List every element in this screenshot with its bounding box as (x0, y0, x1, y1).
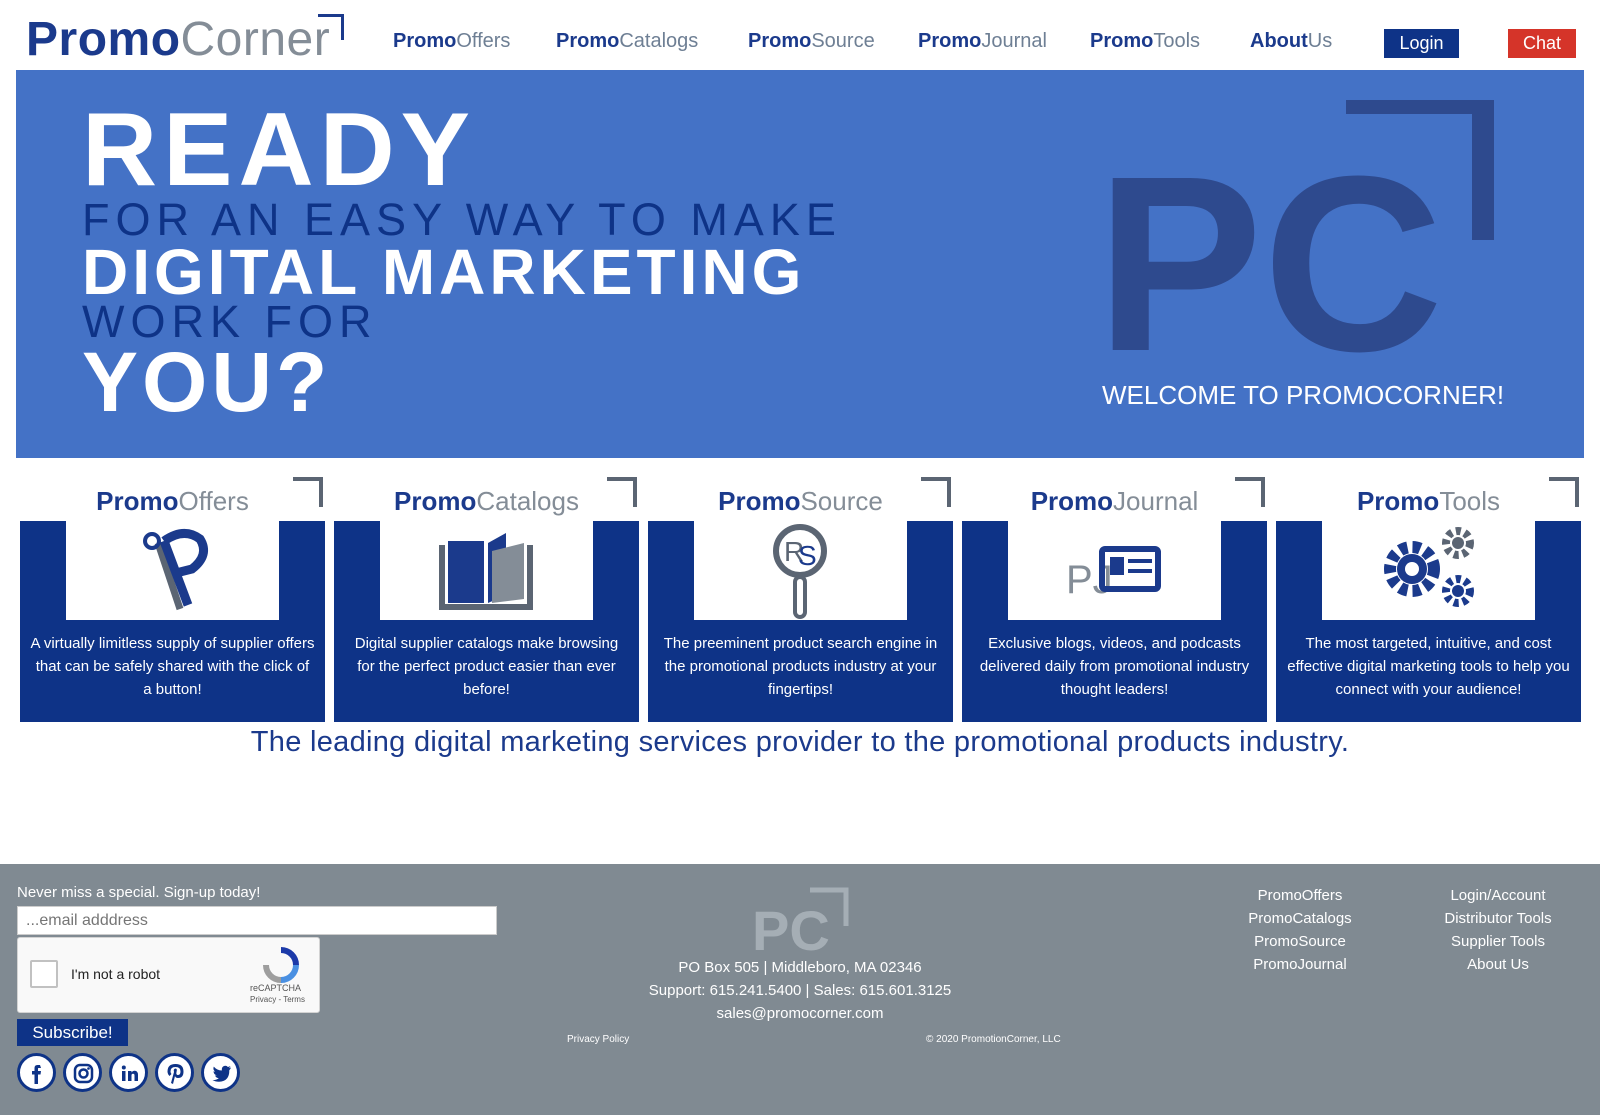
card-title: PromoOffers (96, 486, 249, 516)
footer-contact: PO Box 505 | Middleboro, MA 02346 Suppor… (560, 956, 1040, 1025)
pc-logo-mark: PC (1096, 100, 1494, 400)
card-promocatalogs[interactable]: PromoCatalogs Digital supplier catalogs … (334, 472, 639, 722)
login-button[interactable]: Login (1384, 29, 1459, 58)
footer-links-products: PromoOffers PromoCatalogs PromoSource Pr… (1205, 884, 1395, 976)
signup-text: Never miss a special. Sign-up today! (17, 884, 261, 901)
recaptcha-widget: I'm not a robot reCAPTCHA Privacy - Term… (17, 937, 320, 1013)
card-title: PromoSource (718, 486, 883, 516)
service-cards: PromoOffers A virtually limitless supply… (20, 472, 1581, 722)
svg-text:PJ: PJ (1066, 558, 1113, 602)
card-promotools[interactable]: PromoTools The most targeted, intuitive,… (1276, 472, 1581, 722)
card-description: Exclusive blogs, videos, and podcasts de… (979, 635, 1250, 698)
nav-promotools[interactable]: PromoTools (1090, 30, 1200, 53)
hero-banner: READY FOR AN EASY WAY TO MAKE DIGITAL MA… (16, 70, 1584, 458)
card-promooffers[interactable]: PromoOffers A virtually limitless supply… (20, 472, 325, 722)
svg-text:PC: PC (752, 899, 830, 952)
card-description: The most targeted, intuitive, and cost e… (1287, 635, 1570, 698)
recaptcha-label: I'm not a robot (71, 966, 161, 982)
promo-offers-icon (143, 529, 209, 611)
nav-about-us[interactable]: AboutUs (1250, 30, 1332, 53)
privacy-policy-link[interactable]: Privacy Policy (567, 1034, 629, 1045)
card-title: PromoCatalogs (394, 486, 579, 516)
nav-promocatalogs[interactable]: PromoCatalogs (556, 30, 698, 53)
nav-promooffers[interactable]: PromoOffers (393, 30, 510, 53)
footer-links-account: Login/Account Distributor Tools Supplier… (1400, 884, 1596, 976)
magnifier-icon: R S (773, 524, 827, 619)
card-promojournal[interactable]: PromoJournal PJ Exclusive blogs, videos,… (962, 472, 1267, 722)
recaptcha-checkbox[interactable] (30, 960, 58, 988)
card-description: The preeminent product search engine in … (663, 635, 938, 698)
tagline: The leading digital marketing services p… (250, 726, 1350, 758)
chat-button[interactable]: Chat (1508, 29, 1576, 58)
footer-link-about-us[interactable]: About Us (1400, 953, 1596, 976)
footer-link-promojournal[interactable]: PromoJournal (1205, 953, 1395, 976)
welcome-text: WELCOME TO PROMOCORNER! (1102, 380, 1505, 410)
card-title: PromoTools (1356, 486, 1501, 516)
promocorner-logo[interactable]: PromoCorner (26, 12, 330, 67)
svg-text:S: S (798, 540, 817, 571)
linkedin-icon[interactable] (109, 1053, 148, 1092)
pc-mark-text: PC (1096, 124, 1443, 400)
email-input[interactable] (17, 906, 497, 935)
instagram-icon[interactable] (63, 1053, 102, 1092)
site-header: PromoCorner PromoOffers PromoCatalogs Pr… (0, 0, 1600, 70)
card-description: Digital supplier catalogs make browsing … (354, 635, 619, 698)
footer-link-login-account[interactable]: Login/Account (1400, 884, 1596, 907)
footer-link-promosource[interactable]: PromoSource (1205, 930, 1395, 953)
card-title: PromoJournal (1030, 486, 1199, 516)
footer-link-promooffers[interactable]: PromoOffers (1205, 884, 1395, 907)
recaptcha-icon (263, 947, 299, 983)
footer-email[interactable]: sales@promocorner.com (560, 1002, 1040, 1025)
card-promosource[interactable]: PromoSource R S The preeminent product s… (648, 472, 953, 722)
footer-address: PO Box 505 | Middleboro, MA 02346 (678, 959, 922, 976)
footer-link-promocatalogs[interactable]: PromoCatalogs (1205, 907, 1395, 930)
footer-link-supplier-tools[interactable]: Supplier Tools (1400, 930, 1596, 953)
hero-digital-marketing: DIGITAL MARKETING (82, 236, 806, 308)
gears-icon (1384, 527, 1474, 607)
recaptcha-links[interactable]: Privacy - Terms (250, 995, 305, 1004)
hero-ready: READY (82, 92, 477, 208)
facebook-icon[interactable] (17, 1053, 56, 1092)
footer-link-distributor-tools[interactable]: Distributor Tools (1400, 907, 1596, 930)
nav-promosource[interactable]: PromoSource (748, 30, 875, 53)
card-description: A virtually limitless supply of supplier… (30, 635, 315, 698)
footer-pc-logo: PC (752, 887, 849, 952)
pinterest-icon[interactable] (155, 1053, 194, 1092)
subscribe-button[interactable]: Subscribe! (17, 1019, 128, 1046)
copyright: © 2020 PromotionCorner, LLC (926, 1034, 1061, 1045)
open-book-icon (439, 533, 533, 610)
logo-corner-mark (318, 14, 344, 40)
twitter-icon[interactable] (201, 1053, 240, 1092)
recaptcha-brand: reCAPTCHA (250, 983, 302, 993)
hero-you: YOU? (82, 335, 332, 429)
footer-phones: Support: 615.241.5400 | Sales: 615.601.3… (648, 982, 952, 999)
nav-promojournal[interactable]: PromoJournal (918, 30, 1047, 53)
site-footer: Never miss a special. Sign-up today! I'm… (0, 864, 1600, 1115)
journal-icon: PJ (1066, 546, 1161, 602)
